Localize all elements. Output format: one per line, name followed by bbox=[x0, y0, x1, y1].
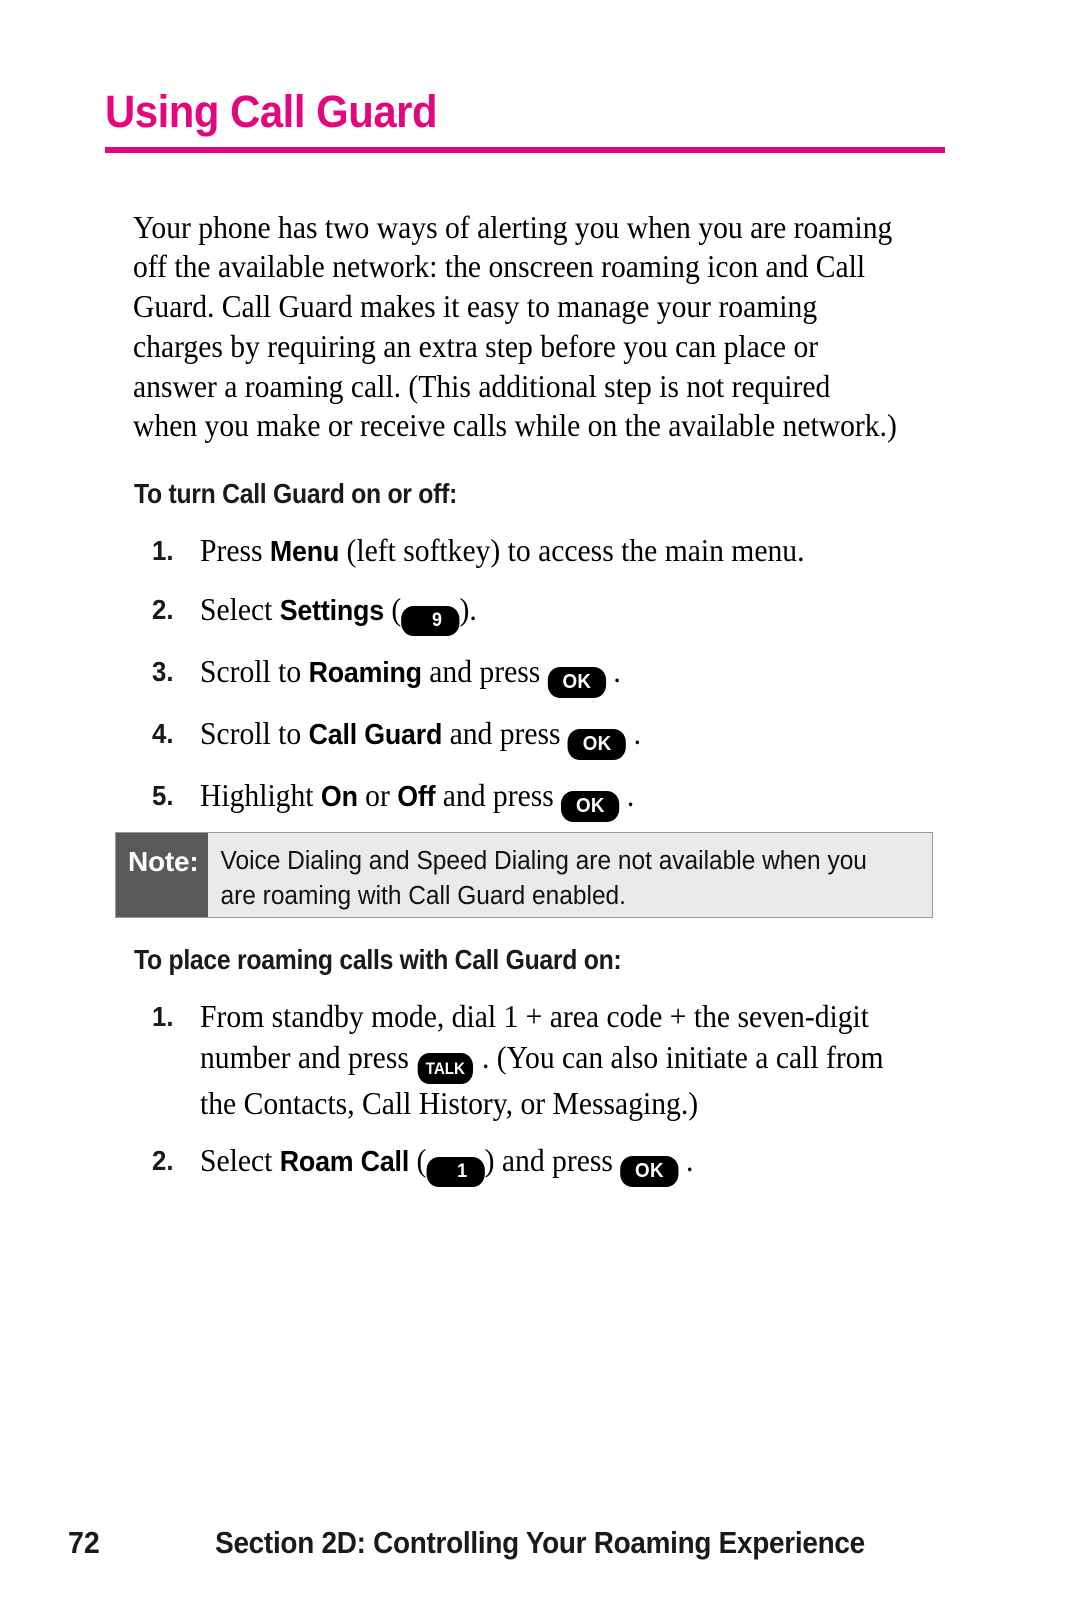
step-text-run: ( bbox=[409, 1143, 427, 1178]
footer-section-label: Section 2D: Controlling Your Roaming Exp… bbox=[0, 1525, 1080, 1561]
step-text-run: and press bbox=[442, 716, 568, 751]
key-talk-icon: TALK bbox=[417, 1053, 474, 1084]
subheading-place-roaming-calls: To place roaming calls with Call Guard o… bbox=[134, 944, 622, 975]
step-text-run: ) and press bbox=[484, 1143, 621, 1178]
step-number: 1. bbox=[152, 1001, 174, 1032]
emphasis-term: Off bbox=[397, 781, 436, 813]
note-label: Note: bbox=[116, 833, 208, 917]
step-text-run: . bbox=[605, 654, 621, 689]
emphasis-term: Menu bbox=[269, 536, 340, 568]
step-text-run: ( bbox=[383, 592, 402, 627]
step-text: Press Menu (left softkey) to access the … bbox=[200, 530, 907, 573]
emphasis-term: Roam Call bbox=[279, 1146, 410, 1178]
step-text: Scroll to Call Guard and press OK . bbox=[200, 713, 907, 760]
step-item: 1. From standby mode, dial 1 + area code … bbox=[152, 996, 952, 1124]
step-item: 2. Select Settings (9). bbox=[152, 589, 952, 636]
emphasis-term: Call Guard bbox=[308, 719, 443, 751]
steps-list-place-roaming-calls: 1. From standby mode, dial 1 + area code … bbox=[152, 996, 952, 1202]
step-item: 1. Press Menu (left softkey) to access th… bbox=[152, 530, 952, 573]
step-item: 4. Scroll to Call Guard and press OK . bbox=[152, 713, 952, 760]
step-number: 2. bbox=[152, 594, 174, 625]
step-text-run: and press bbox=[421, 654, 548, 689]
emphasis-term: Roaming bbox=[308, 657, 422, 689]
step-number: 5. bbox=[152, 780, 174, 811]
step-text-run: Highlight bbox=[200, 778, 321, 813]
step-text-run: (left softkey) to access the main menu. bbox=[339, 533, 805, 568]
page-footer: 72 Section 2D: Controlling Your Roaming … bbox=[0, 1525, 1080, 1575]
step-text-run: Press bbox=[200, 533, 270, 568]
step-text-run: Select bbox=[200, 592, 280, 627]
step-item: 5. Highlight On or Off and press OK . bbox=[152, 775, 952, 822]
intro-paragraph: Your phone has two ways of alerting you … bbox=[133, 209, 897, 444]
step-item: 3. Scroll to Roaming and press OK . bbox=[152, 651, 952, 698]
step-text: Scroll to Roaming and press OK . bbox=[200, 651, 907, 698]
step-item: 2. Select Roam Call (1) and press OK . bbox=[152, 1140, 952, 1187]
step-text-run: Scroll to bbox=[200, 716, 309, 751]
step-text-run: . bbox=[619, 778, 635, 813]
step-text-run: and press bbox=[435, 778, 562, 813]
subheading-turn-call-guard: To turn Call Guard on or off: bbox=[134, 478, 458, 509]
step-text-run: or bbox=[357, 778, 398, 813]
key-ok-icon: OK bbox=[547, 667, 606, 698]
step-text-run: ). bbox=[459, 592, 477, 627]
step-text-run: Select bbox=[200, 1143, 280, 1178]
key-ok-icon: OK bbox=[567, 729, 627, 760]
step-text: Select Roam Call (1) and press OK . bbox=[200, 1140, 907, 1187]
step-text-run: Scroll to bbox=[200, 654, 309, 689]
emphasis-term: Settings bbox=[279, 595, 384, 627]
note-box: Note: Voice Dialing and Speed Dialing ar… bbox=[115, 832, 933, 918]
step-text-run: . bbox=[626, 716, 642, 751]
key-ok-icon: OK bbox=[561, 791, 620, 822]
page-header: Using Call Guard bbox=[105, 86, 945, 153]
note-text: Voice Dialing and Speed Dialing are not … bbox=[220, 847, 867, 910]
step-number: 4. bbox=[152, 718, 174, 749]
manual-page: Using Call Guard Your phone has two ways… bbox=[0, 0, 1080, 1620]
emphasis-term: On bbox=[320, 781, 358, 813]
step-text-run: . bbox=[678, 1143, 694, 1178]
step-number: 2. bbox=[152, 1145, 174, 1176]
key-9-icon: 9 bbox=[401, 606, 460, 636]
key-1-icon: 1 bbox=[426, 1157, 485, 1187]
steps-list-turn-call-guard: 1. Press Menu (left softkey) to access th… bbox=[152, 530, 952, 837]
footer-section-text: Section 2D: Controlling Your Roaming Exp… bbox=[215, 1525, 865, 1560]
step-text: Highlight On or Off and press OK . bbox=[200, 775, 907, 822]
key-ok-icon: OK bbox=[620, 1156, 679, 1187]
title-rule bbox=[105, 147, 945, 153]
step-number: 3. bbox=[152, 656, 174, 687]
step-text: Select Settings (9). bbox=[200, 589, 907, 636]
step-text: From standby mode, dial 1 + area code + … bbox=[200, 996, 907, 1124]
page-title: Using Call Guard bbox=[105, 86, 438, 137]
step-number: 1. bbox=[152, 535, 174, 566]
